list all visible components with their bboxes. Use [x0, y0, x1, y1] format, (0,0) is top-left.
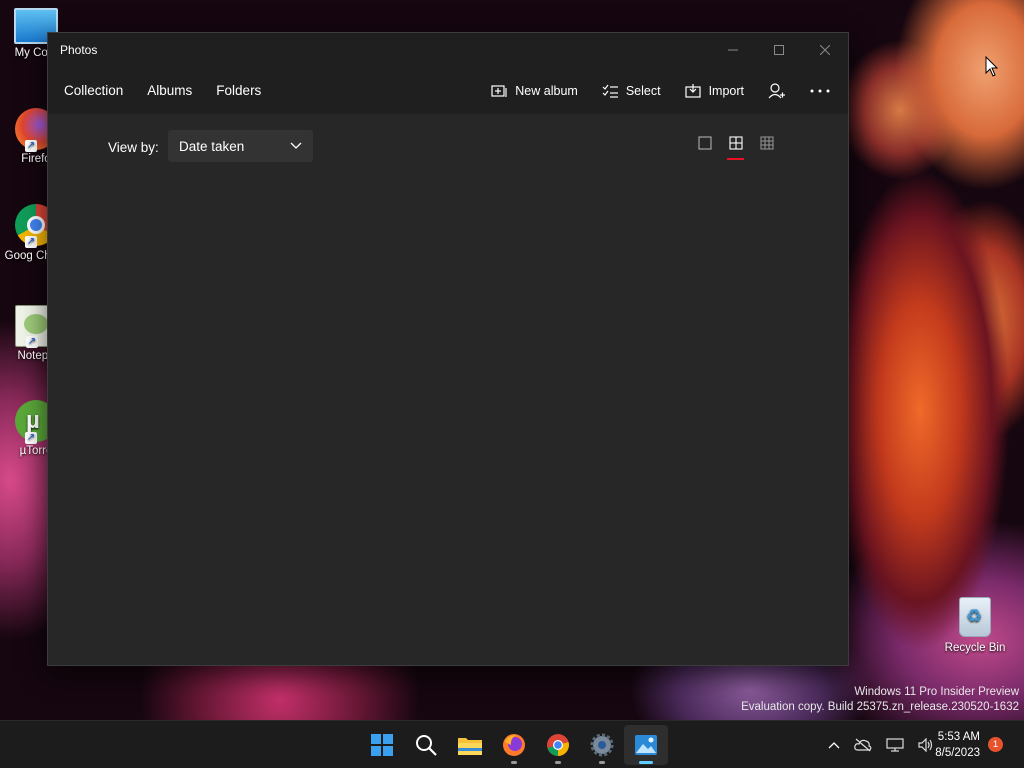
- minimize-button[interactable]: [710, 33, 756, 67]
- view-small-button[interactable]: [751, 136, 782, 160]
- photos-window: Photos Collection Albums Folders New alb…: [47, 32, 849, 666]
- new-album-button[interactable]: New album: [491, 84, 578, 98]
- cloud-offline-icon: [854, 738, 872, 752]
- shortcut-arrow-icon: ↗: [25, 140, 37, 152]
- more-icon: [810, 89, 830, 92]
- select-button[interactable]: Select: [602, 84, 661, 98]
- taskbar-photos[interactable]: [624, 725, 668, 765]
- more-options-button[interactable]: [810, 89, 830, 93]
- settings-icon: [590, 733, 614, 757]
- maximize-icon: [774, 45, 784, 55]
- single-square-icon: [698, 136, 711, 150]
- collection-content: View by: Date taken: [48, 114, 848, 665]
- view-by-value: Date taken: [179, 138, 245, 154]
- recycle-bin-label: Recycle Bin: [944, 642, 1006, 654]
- start-icon: [371, 734, 393, 756]
- new-album-label: New album: [515, 83, 578, 98]
- clock-time: 5:53 AM: [937, 731, 980, 743]
- file-explorer-icon: [458, 738, 482, 755]
- watermark-line-2: Evaluation copy. Build 25375.zn_release.…: [741, 701, 1019, 713]
- shortcut-arrow-icon: ↗: [26, 336, 38, 348]
- notification-badge[interactable]: 1: [988, 737, 1003, 752]
- tab-folders[interactable]: Folders: [216, 83, 261, 98]
- clock[interactable]: 5:53 AM 8/5/2023: [935, 729, 980, 761]
- network-button[interactable]: [886, 738, 904, 752]
- taskbar-firefox[interactable]: [492, 725, 536, 765]
- person-add-icon: [768, 82, 785, 98]
- active-indicator: [639, 761, 653, 764]
- network-icon: [886, 738, 904, 752]
- firefox-icon: [503, 734, 525, 756]
- new-album-icon: [491, 84, 507, 97]
- taskbar-chrome[interactable]: [536, 725, 580, 765]
- shortcut-arrow-icon: ↗: [25, 432, 37, 444]
- chevron-up-icon: [828, 742, 840, 749]
- window-controls: [710, 33, 848, 67]
- running-indicator: [555, 761, 561, 764]
- chevron-down-icon: [290, 142, 302, 149]
- clock-date: 8/5/2023: [935, 747, 980, 759]
- running-indicator: [511, 761, 517, 764]
- tab-collection[interactable]: Collection: [64, 83, 123, 98]
- view-by-label: View by:: [108, 140, 159, 155]
- import-button[interactable]: Import: [684, 83, 744, 98]
- view-medium-button[interactable]: [720, 136, 751, 160]
- taskbar-apps: [360, 725, 668, 765]
- show-hidden-icons-button[interactable]: [828, 741, 840, 749]
- running-indicator: [599, 761, 605, 764]
- window-title: Photos: [60, 43, 98, 57]
- maximize-button[interactable]: [756, 33, 802, 67]
- account-button[interactable]: [768, 82, 786, 99]
- start-button[interactable]: [360, 725, 404, 765]
- taskbar: 5:53 AM 8/5/2023 1: [0, 720, 1024, 768]
- watermark-line-1: Windows 11 Pro Insider Preview: [854, 686, 1019, 698]
- title-bar[interactable]: Photos: [48, 33, 848, 67]
- command-bar: Collection Albums Folders New album Sele…: [48, 67, 848, 114]
- desktop-icon-recycle-bin[interactable]: Recycle Bin: [940, 597, 1010, 654]
- select-checklist-icon: [602, 84, 618, 98]
- tab-albums[interactable]: Albums: [147, 83, 192, 98]
- action-group: New album Select Import: [467, 67, 830, 114]
- search-icon: [416, 735, 437, 756]
- minimize-icon: [728, 49, 738, 51]
- onedrive-button[interactable]: [854, 738, 872, 752]
- grid-3x3-icon: [760, 136, 773, 150]
- taskbar-settings[interactable]: [580, 725, 624, 765]
- taskbar-file-explorer[interactable]: [448, 725, 492, 765]
- close-icon: [820, 45, 830, 55]
- view-large-button[interactable]: [689, 136, 720, 160]
- recycle-bin-icon: [959, 597, 991, 637]
- grid-2x2-icon: [728, 136, 743, 150]
- mouse-cursor-icon: [985, 56, 999, 77]
- import-label: Import: [708, 83, 744, 98]
- view-size-toggles: [689, 136, 782, 160]
- system-tray: [814, 721, 934, 768]
- taskbar-search-button[interactable]: [404, 725, 448, 765]
- photos-icon: [635, 735, 657, 755]
- import-icon: [684, 83, 701, 98]
- os-watermark: Windows 11 Pro Insider Preview Evaluatio…: [741, 685, 1019, 715]
- select-label: Select: [625, 83, 661, 98]
- view-by-dropdown[interactable]: Date taken: [168, 130, 313, 162]
- volume-button[interactable]: [918, 738, 934, 752]
- shortcut-arrow-icon: ↗: [25, 236, 37, 248]
- close-button[interactable]: [802, 33, 848, 67]
- volume-icon: [918, 738, 933, 752]
- chrome-icon: [547, 734, 569, 756]
